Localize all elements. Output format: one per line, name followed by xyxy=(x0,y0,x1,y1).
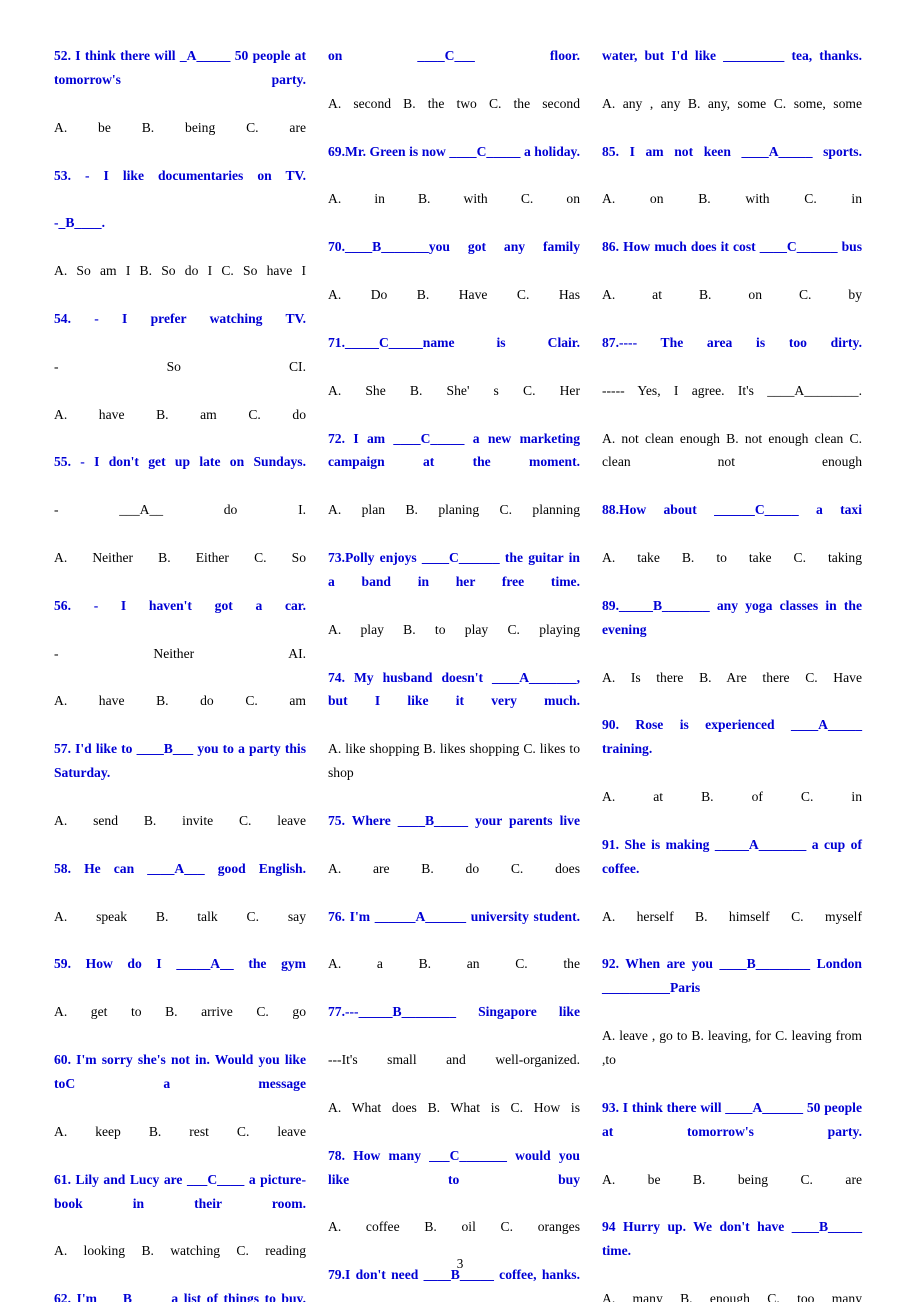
question-text: 77.---_____B________ Singapore like xyxy=(328,1004,580,1020)
answer-options: A. leave , go to B. leaving, for C. leav… xyxy=(602,1028,862,1068)
answer-options: A. have B. do C. am xyxy=(54,693,306,709)
question-text: on ____C___ floor. xyxy=(328,48,580,63)
question-text: 52. I think there will _A_____ 50 people… xyxy=(54,48,306,87)
answer-options: A. any , any B. any, some C. some, some xyxy=(602,95,862,111)
document-page: 52. I think there will _A_____ 50 people… xyxy=(0,0,920,1302)
question-text: 89._____B_______ any yoga classes in the… xyxy=(602,597,862,637)
question-text: 91. She is making _____A_______ a cup of… xyxy=(602,836,862,876)
answer-options: - ___A__ do I. xyxy=(54,502,306,518)
question-text: 61. Lily and Lucy are ___C____ a picture… xyxy=(54,1171,306,1211)
answer-options: ---It's small and well-organized. xyxy=(328,1052,580,1068)
answer-options: A. at B. on C. by xyxy=(602,287,862,303)
answer-options: A. like shopping B. likes shopping C. li… xyxy=(328,741,580,781)
question-text: 92. When are you ____B________ London __… xyxy=(602,956,862,996)
question-text: 87.---- The area is too dirty. xyxy=(602,334,862,350)
question-text: 75. Where ____B_____ your parents live xyxy=(328,813,580,828)
column-2: on ____C___ floor. A. second B. the two C… xyxy=(328,44,580,1282)
question-text: 55. - I don't get up late on Sundays. xyxy=(54,454,306,470)
answer-options: A. take B. to take C. taking xyxy=(602,550,862,566)
answer-options: A. a B. an C. the xyxy=(328,956,580,972)
question-text: 78. How many ___C_______ would you like … xyxy=(328,1147,580,1187)
answer-options: A. What does B. What is C. How is xyxy=(328,1099,580,1115)
answer-options: A. herself B. himself C. myself xyxy=(602,908,862,924)
question-text: 58. He can ____A___ good English. xyxy=(54,860,306,876)
page-number: 3 xyxy=(456,1256,464,1271)
answer-options: A. in B. with C. on xyxy=(328,191,580,207)
question-text: 72. I am ____C_____ a new marketing camp… xyxy=(328,430,580,470)
question-text: water, but I'd like _________ tea, thank… xyxy=(602,48,862,63)
question-text: 88.How about ______C_____ a taxi xyxy=(602,502,862,518)
answer-options: A. second B. the two C. the second xyxy=(328,95,580,111)
answer-options: - Neither AI. xyxy=(54,645,306,661)
question-text: 53. - I like documentaries on TV. xyxy=(54,167,306,183)
question-text: 93. I think there will ____A______ 50 pe… xyxy=(602,1099,862,1139)
question-text: 94 Hurry up. We don't have ____B_____ ti… xyxy=(602,1219,862,1259)
question-text: 76. I'm ______A______ university student… xyxy=(328,908,580,924)
answer-options: A. many B. enough C. too many xyxy=(602,1291,862,1302)
question-text: 86. How much does it cost ____C______ bu… xyxy=(602,239,862,255)
answer-options: - So CI. xyxy=(54,358,306,374)
question-text: 73.Polly enjoys ____C______ the guitar i… xyxy=(328,550,580,589)
question-text: -_B____. xyxy=(54,215,105,231)
question-text: 74. My husband doesn't ____A_______, but… xyxy=(328,669,580,709)
question-text: 56. - I haven't got a car. xyxy=(54,597,306,613)
answer-options: A. She B. She' s C. Her xyxy=(328,382,580,398)
answer-options: A. So am I B. So do I C. So have I xyxy=(54,263,306,279)
answer-options: A. Neither B. Either C. So xyxy=(54,550,306,566)
question-text: 57. I'd like to ____B___ you to a party … xyxy=(54,741,306,781)
question-text: 70.____B_______you got any family xyxy=(328,239,580,255)
answer-options: A. not clean enough B. not enough clean … xyxy=(602,430,862,470)
question-text: 71._____C_____name is Clair. xyxy=(328,334,580,350)
answer-options: A. be B. being C. are xyxy=(602,1171,862,1187)
answer-options: A. play B. to play C. playing xyxy=(328,621,580,637)
answer-options: A. have B. am C. do xyxy=(54,406,306,422)
answer-options: A. at B. of C. in xyxy=(602,789,862,805)
question-text: 60. I'm sorry she's not in. Would you li… xyxy=(54,1052,306,1091)
question-text: 59. How do I _____A__ the gym xyxy=(54,956,306,972)
answer-options: A. send B. invite C. leave xyxy=(54,813,306,828)
answer-options: A. Is there B. Are there C. Have xyxy=(602,669,862,685)
answer-options: A. are B. do C. does xyxy=(328,860,580,876)
question-text: 69.Mr. Green is now ____C_____ a holiday… xyxy=(328,143,580,159)
answer-options: A. speak B. talk C. say xyxy=(54,908,306,924)
question-text: 62. I'm ___B_____ a list of things to bu… xyxy=(54,1291,306,1302)
column-3: water, but I'd like _________ tea, thank… xyxy=(602,44,862,1302)
question-text: 85. I am not keen ____A_____ sports. xyxy=(602,143,862,159)
answer-options: ----- Yes, I agree. It's ____A________. xyxy=(602,382,862,398)
answer-options: A. on B. with C. in xyxy=(602,191,862,207)
question-text: 54. - I prefer watching TV. xyxy=(54,310,306,326)
answer-options: A. keep B. rest C. leave xyxy=(54,1123,306,1139)
question-text: 90. Rose is experienced ____A_____ train… xyxy=(602,717,862,757)
answer-options: A. Do B. Have C. Has xyxy=(328,287,580,303)
answer-options: A. get to B. arrive C. go xyxy=(54,1004,306,1020)
answer-options: A. plan B. planing C. planning xyxy=(328,502,580,518)
answer-options: A. be B. being C. are xyxy=(54,119,306,135)
column-1: 52. I think there will _A_____ 50 people… xyxy=(54,44,306,1302)
three-column-layout: 52. I think there will _A_____ 50 people… xyxy=(54,44,880,1302)
